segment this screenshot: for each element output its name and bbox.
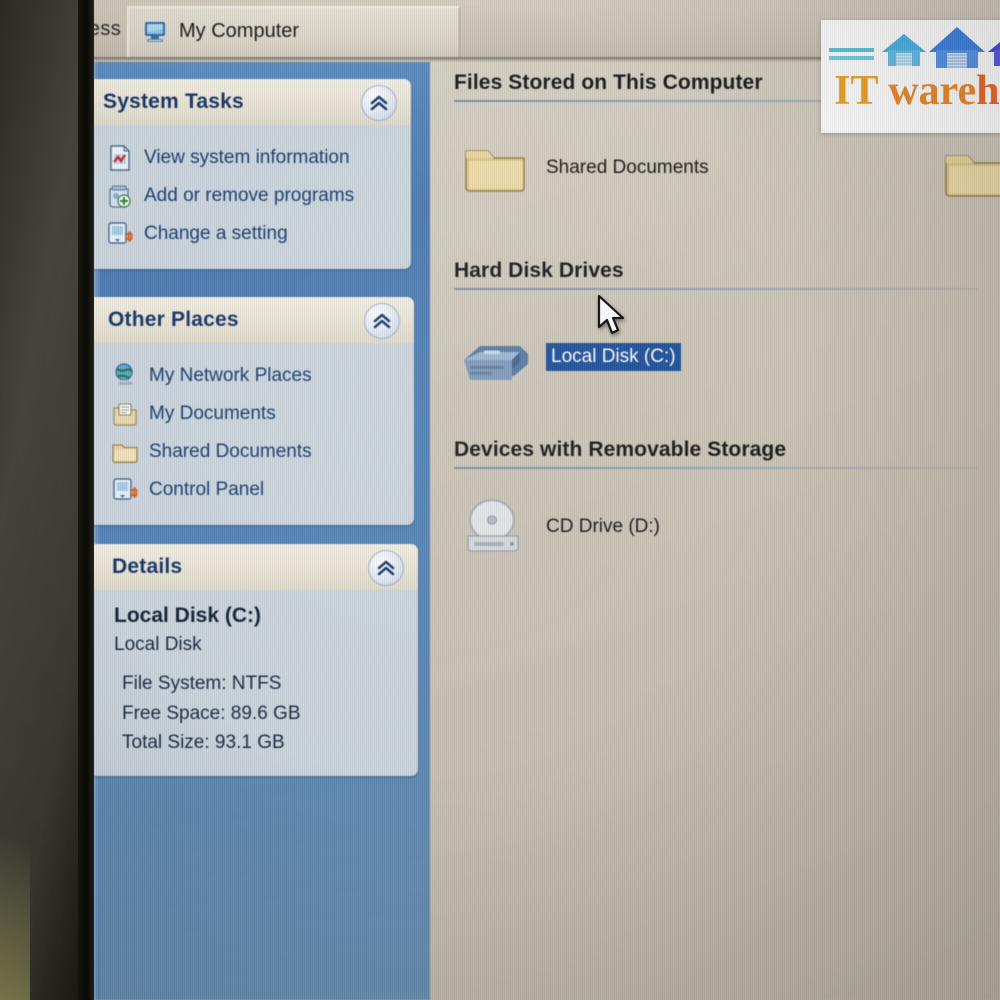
group-removable-storage: Devices with Removable Storage <box>454 438 978 469</box>
bezel-light-reflection <box>0 770 30 1000</box>
details-disk-name: Local Disk (C:) <box>114 604 262 627</box>
details-free-space: Free Space: 89.6 GB <box>122 702 301 724</box>
place-label: My Documents <box>149 403 276 424</box>
task-view-system-information[interactable]: View system information <box>92 139 411 177</box>
double-chevron-up-icon[interactable] <box>361 85 397 121</box>
watermark-it-warehouse: IT warehouse <box>821 20 1000 133</box>
file-item-cd-drive-d[interactable]: CD Drive (D:) <box>458 496 660 558</box>
place-my-documents[interactable]: My Documents <box>92 395 414 433</box>
task-label: View system information <box>144 147 350 168</box>
add-remove-programs-icon <box>105 181 135 211</box>
file-list-pane: Files Stored on This Computer Shared Doc… <box>430 62 1000 1000</box>
details-file-system: File System: NTFS <box>122 673 282 695</box>
task-change-a-setting[interactable]: Change a setting <box>92 215 411 253</box>
panel-other-places: Other Places My Network Places My Docume… <box>92 297 414 525</box>
task-add-or-remove-programs[interactable]: Add or remove programs <box>92 177 411 215</box>
address-label: Address <box>92 18 122 40</box>
shared-folder-icon <box>110 437 140 467</box>
panel-details: Details Local Disk (C:) Local Disk File … <box>92 544 418 776</box>
panel-body-system-tasks: View system information Add or remove pr… <box>92 125 411 269</box>
watermark-text-it: IT <box>834 68 878 114</box>
my-documents-icon <box>110 399 140 429</box>
panel-body-other-places: My Network Places My Documents Shared Do… <box>92 343 414 525</box>
network-places-icon <box>110 361 140 391</box>
file-item-administrator-documents[interactable]: Admi <box>938 142 1000 204</box>
control-panel-icon <box>105 219 135 249</box>
folder-icon <box>458 137 532 199</box>
place-shared-documents[interactable]: Shared Documents <box>92 433 414 471</box>
place-control-panel[interactable]: Control Panel <box>92 471 414 509</box>
panel-system-tasks: System Tasks View system information Add… <box>92 79 411 269</box>
panel-header-other-places[interactable]: Other Places <box>92 297 414 343</box>
task-label: Add or remove programs <box>144 185 355 206</box>
double-chevron-up-icon[interactable] <box>368 550 404 586</box>
place-label: Shared Documents <box>149 441 312 462</box>
group-divider <box>454 288 978 290</box>
place-my-network-places[interactable]: My Network Places <box>92 357 414 395</box>
file-item-local-disk-c[interactable]: Local Disk (C:) <box>458 326 681 388</box>
monitor-photo: My Computer Address System Tasks <box>0 0 1000 1000</box>
control-panel-icon <box>110 475 140 505</box>
folder-icon <box>938 142 1000 204</box>
panel-title: Details <box>112 555 183 578</box>
file-item-label: CD Drive (D:) <box>546 516 660 537</box>
place-label: My Network Places <box>149 365 312 386</box>
task-label: Change a setting <box>144 223 288 244</box>
place-label: Control Panel <box>149 479 265 500</box>
group-divider <box>454 467 978 469</box>
system-info-icon <box>105 143 135 173</box>
monitor-bezel-edge <box>78 0 94 1000</box>
address-combo[interactable]: My Computer <box>127 6 460 58</box>
group-hard-disk-drives: Hard Disk Drives <box>454 259 978 290</box>
panel-header-details[interactable]: Details <box>92 544 418 590</box>
file-item-label-selected: Local Disk (C:) <box>546 343 681 371</box>
watermark-text-ware: ware <box>888 68 977 114</box>
panel-title: System Tasks <box>103 90 244 113</box>
panel-title: Other Places <box>108 308 239 331</box>
file-item-label: Shared Documents <box>546 157 709 178</box>
panel-header-system-tasks[interactable]: System Tasks <box>92 79 411 125</box>
details-total-size: Total Size: 93.1 GB <box>122 732 285 754</box>
watermark-text-ho: ho <box>976 68 1000 114</box>
group-title: Hard Disk Drives <box>454 259 624 282</box>
double-chevron-up-icon[interactable] <box>364 303 400 339</box>
panel-body-details: Local Disk (C:) Local Disk File System: … <box>92 590 418 776</box>
mouse-pointer <box>596 294 630 345</box>
group-title: Devices with Removable Storage <box>454 438 787 461</box>
screen-area: My Computer Address System Tasks <box>92 0 1000 1000</box>
file-item-shared-documents[interactable]: Shared Documents <box>458 137 709 199</box>
address-value: My Computer <box>179 20 300 42</box>
watermark-text: IT warehouse <box>821 70 1000 112</box>
my-computer-icon <box>141 18 169 46</box>
hard-disk-icon <box>458 326 532 388</box>
cd-drive-icon <box>458 496 532 558</box>
details-disk-type: Local Disk <box>114 634 202 655</box>
